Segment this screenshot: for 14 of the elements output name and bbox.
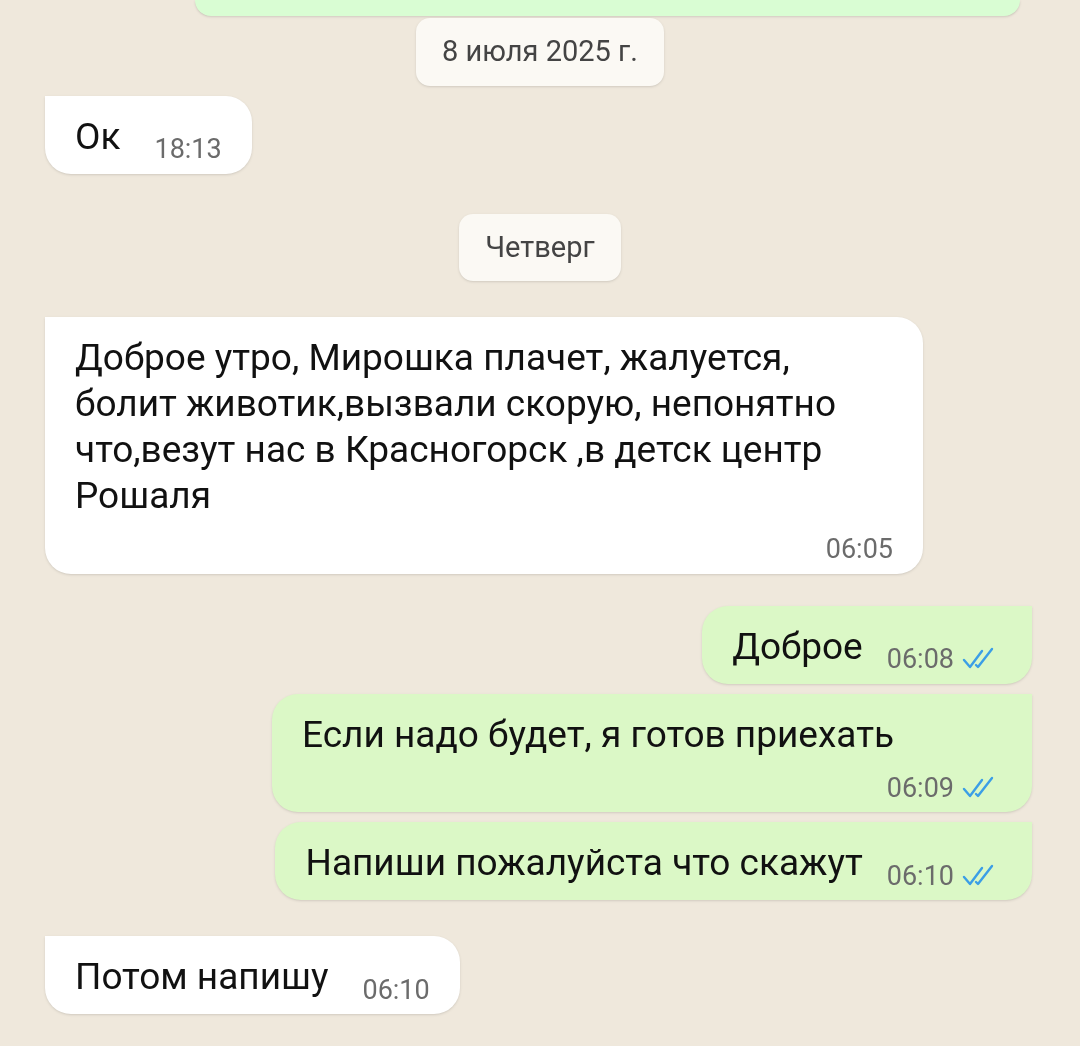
message-time: 18:13 [153, 132, 222, 167]
message-text: Напиши пожалуйста что скажут [305, 840, 863, 886]
message-time: 06:08 [886, 642, 954, 677]
date-chip: 8 июля 2025 г. [416, 18, 664, 86]
message-text: Ок [75, 113, 121, 160]
message-text: Потом напишу [75, 954, 329, 1000]
message-time: 06:10 [886, 858, 954, 894]
message-text: Доброе утро, Мирошка плачет, жалуется, болит животик,вызвали скорую, непонятно что,везут нас в Красногорск ,в детск центр Рошаля [75, 335, 837, 519]
date-chip: Четверг [459, 213, 621, 281]
message-text: Доброе [732, 623, 863, 670]
message-time: 06:09 [886, 770, 954, 806]
message-time: 06:10 [361, 972, 430, 1008]
message-time: 06:05 [824, 532, 893, 567]
message-text: Если надо будет, я готов приехать [302, 711, 895, 758]
